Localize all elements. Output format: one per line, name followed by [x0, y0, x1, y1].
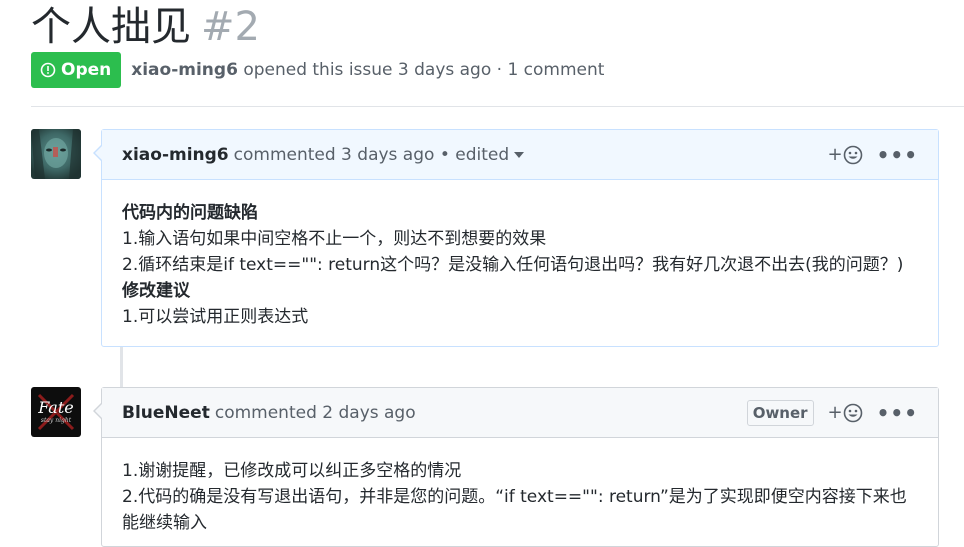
status-label: Open — [61, 60, 112, 80]
add-reaction-button[interactable]: + — [828, 144, 863, 165]
more-options-button[interactable]: ••• — [877, 145, 918, 165]
add-reaction-plus: + — [827, 402, 843, 423]
avatar-logo-subtext: stay night — [41, 417, 72, 424]
comment-line: 1.可以尝试用正则表达式 — [122, 307, 309, 327]
comment-header: xiao-ming6 commented 3 days ago • edited… — [93, 130, 938, 180]
comment-line: 1.谢谢提醒，已修改成可以纠正多空格的情况 — [122, 461, 462, 481]
issue-meta-text: xiao-ming6 opened this issue 3 days ago … — [131, 60, 604, 80]
comment-line: 2.循环结束是if text=="": return这个吗？是没输入任何语句退出… — [122, 255, 904, 275]
status-badge: Open — [31, 52, 122, 88]
comment-meta[interactable]: commented 2 days ago — [215, 403, 416, 423]
timeline-connector — [120, 347, 123, 387]
avatar-logo-text: Fate — [37, 398, 73, 417]
comment-line: 1.输入语句如果中间空格不止一个，则达不到想要的效果 — [122, 229, 547, 249]
add-reaction-button[interactable]: + — [828, 402, 863, 423]
comment-header: BlueNeet commented 2 days ago Owner + ••… — [93, 388, 938, 438]
user-avatar-image: Fate stay night — [31, 387, 81, 437]
owner-badge: Owner — [746, 399, 814, 426]
comment-author-link[interactable]: xiao-ming6 — [122, 145, 229, 165]
issue-number: #2 — [201, 4, 260, 50]
avatar[interactable] — [31, 129, 81, 179]
comment-author-link[interactable]: BlueNeet — [122, 403, 210, 423]
comment-2: BlueNeet commented 2 days ago Owner + ••… — [93, 387, 939, 547]
comment-pointer-fill — [95, 403, 103, 419]
smiley-icon — [843, 403, 862, 422]
comment-actions: Owner + ••• — [746, 399, 918, 426]
chevron-down-icon[interactable] — [514, 151, 525, 158]
add-reaction-plus: + — [827, 144, 843, 165]
comment-line: 代码内的问题缺陷 — [122, 203, 258, 223]
issue-opened-icon — [40, 62, 56, 78]
issue-author-link[interactable]: xiao-ming6 — [131, 60, 238, 80]
comment-line: 2.代码的确是没有写退出语句，并非是您的问题。“if text=="": ret… — [122, 487, 907, 533]
comment-line: 修改建议 — [122, 281, 190, 301]
issue-opened-text: opened this issue 3 days ago · 1 comment — [243, 60, 605, 80]
header-divider — [31, 106, 964, 107]
comment-actions: + ••• — [814, 144, 918, 165]
issue-title: 个人拙见 — [31, 4, 191, 50]
comment-meta[interactable]: commented 3 days ago • edited — [234, 145, 510, 165]
issue-meta: Open xiao-ming6 opened this issue 3 days… — [31, 52, 604, 88]
comment-body: 代码内的问题缺陷 1.输入语句如果中间空格不止一个，则达不到想要的效果 2.循环… — [102, 180, 938, 330]
user-avatar-image — [31, 129, 81, 179]
comment-body: 1.谢谢提醒，已修改成可以纠正多空格的情况 2.代码的确是没有写退出语句，并非是… — [102, 438, 938, 536]
smiley-icon — [843, 145, 862, 164]
more-options-button[interactable]: ••• — [877, 403, 918, 423]
comment-pointer-fill — [95, 145, 103, 161]
comment-1: xiao-ming6 commented 3 days ago • edited… — [93, 129, 939, 347]
issue-title-row: 个人拙见 #2 — [31, 0, 260, 52]
avatar[interactable]: Fate stay night — [31, 387, 81, 437]
